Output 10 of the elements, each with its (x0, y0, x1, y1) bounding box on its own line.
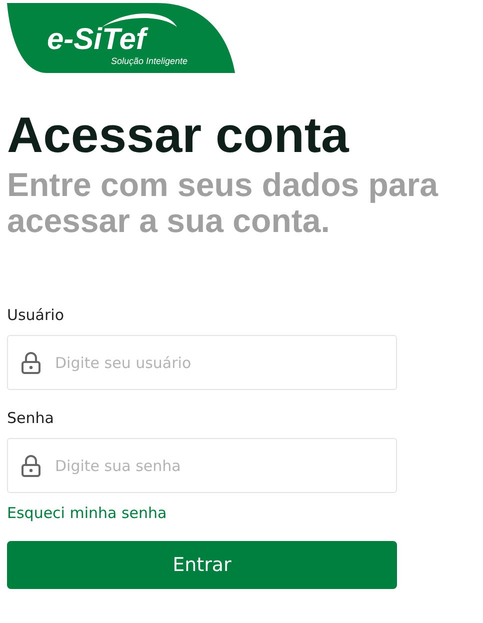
field-label: Usuário (7, 305, 66, 325)
input-field[interactable]: Digite sua senha (7, 438, 397, 493)
logo-wordmark: e-SiTef (47, 23, 146, 57)
page-title: Acessar conta (7, 107, 350, 163)
page-subtitle: Entre com seus dados para acessar a sua conta. (7, 167, 440, 239)
input-field[interactable]: Digite seu usuário (7, 335, 397, 390)
logo-tagline: Solução Inteligente (111, 56, 188, 67)
field-label: Senha (7, 408, 55, 428)
submit-button[interactable]: Entrar (7, 541, 397, 589)
forgot-password-link[interactable]: Esqueci minha senha (7, 503, 167, 523)
